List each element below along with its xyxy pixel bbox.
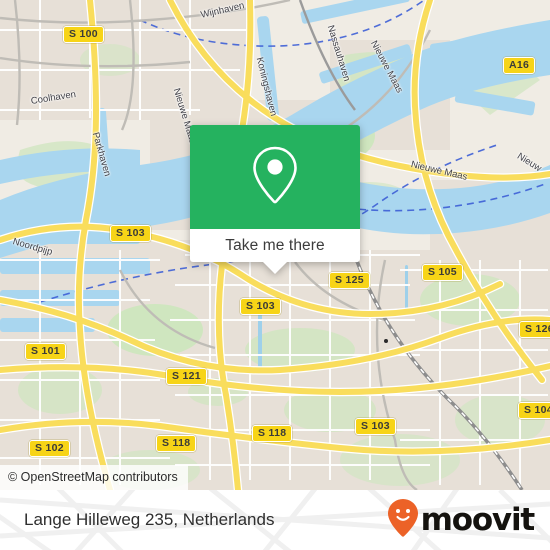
road-shield: S 101 [25,343,66,360]
take-me-there-label: Take me there [225,236,325,254]
road-shield: A16 [503,57,536,74]
take-me-there-button[interactable]: Take me there [190,229,360,262]
road-shield: S 125 [329,272,370,289]
road-shield: S 118 [156,435,197,452]
road-shield: S 105 [422,264,463,281]
footer-bar: Lange Hilleweg 235, Netherlands moovit [0,490,550,550]
road-shield: S 102 [29,440,70,457]
moovit-smiley-pin-icon [387,498,418,542]
road-shield: S 103 [240,298,281,315]
road-shield: S 121 [166,368,207,385]
moovit-map-share-card: Wijnhaven Nassauhaven Nieuwe Maas Koningsha… [0,0,550,550]
osm-attribution[interactable]: © OpenStreetMap contributors [0,465,188,490]
road-shield: S 126 [519,321,550,338]
address-title: Lange Hilleweg 235, Netherlands [24,510,275,529]
moovit-wordmark: moovit [420,501,536,538]
road-shield: S 100 [63,26,104,43]
road-shield: S 118 [252,425,293,442]
road-shield: S 103 [110,225,151,242]
destination-callout-card[interactable]: Take me there [190,125,360,274]
moovit-logo[interactable]: moovit [387,490,536,550]
callout-pointer-tip [262,261,288,274]
callout-pin-panel [190,125,360,229]
road-shield: S 103 [355,418,396,435]
map-pin-icon [249,144,301,211]
road-shield: S 104 [518,402,550,419]
